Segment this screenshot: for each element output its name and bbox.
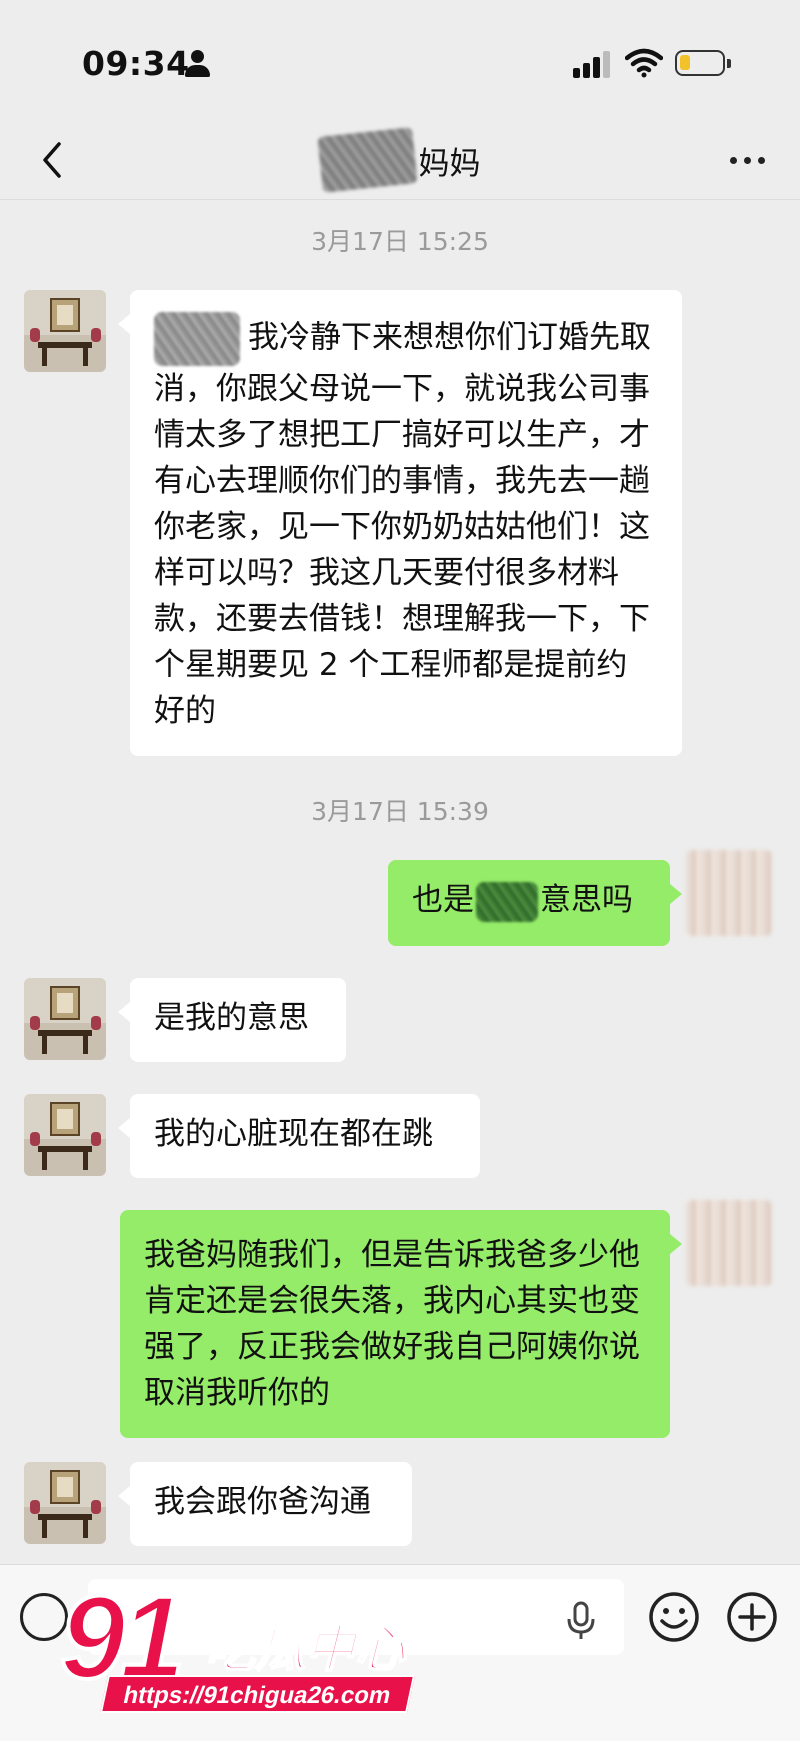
message-bubble-incoming[interactable]: 我的心脏现在都在跳 (118, 1094, 480, 1178)
message-bubble-incoming[interactable]: 我冷静下来想想你们订婚先取消，你跟父母说一下，就说我公司事情太多了想把工厂搞好可… (118, 290, 682, 756)
plus-icon[interactable] (726, 1591, 778, 1643)
self-avatar[interactable] (686, 850, 772, 936)
message-timestamp: 3月17日 15:25 (311, 227, 489, 256)
message-text: 我会跟你爸沟通 (154, 1484, 371, 1520)
dot-icon (743, 156, 751, 164)
redacted-text (154, 312, 240, 366)
redacted-text (476, 881, 538, 922)
signal-icon (573, 50, 613, 78)
message-text: 我冷静下来想想你们订婚先取消，你跟父母说一下，就说我公司事情太多了想把工厂搞好可… (154, 319, 651, 730)
dot-icon (729, 156, 737, 164)
message-text: 意思吗 (540, 882, 633, 918)
message-text: 我爸妈随我们，但是告诉我爸多少他肯定还是会很失落，我内心其实也变强了，反正我会做… (144, 1237, 640, 1411)
watermark-url: https://91chigua26.com (99, 1675, 415, 1713)
contact-avatar[interactable] (24, 978, 106, 1060)
battery-icon (675, 50, 731, 76)
status-time: 09:34 (82, 44, 190, 83)
message-bubble-incoming[interactable]: 是我的意思 (118, 978, 346, 1062)
dot-icon (757, 156, 765, 164)
watermark-name: 吃瓜中心 (204, 1620, 406, 1678)
nav-bar: 妈妈 (0, 120, 800, 200)
microphone-icon[interactable] (565, 1601, 597, 1641)
chat-title: 妈妈 (418, 145, 481, 182)
emoji-icon[interactable] (648, 1591, 700, 1643)
message-bubble-incoming[interactable]: 我会跟你爸沟通 (118, 1462, 412, 1546)
status-bar: 09:34 (0, 0, 800, 120)
message-bubble-outgoing[interactable]: 也是 意思吗 (388, 860, 682, 946)
watermark: 91 吃瓜中心 https://91chigua26.com (40, 1570, 460, 1725)
message-text: 我的心脏现在都在跳 (154, 1116, 433, 1152)
message-text: 也是 (412, 882, 474, 918)
contact-avatar[interactable] (24, 1462, 106, 1544)
message-text: 是我的意思 (154, 1000, 309, 1036)
chat-title-area: 妈妈 (280, 120, 520, 200)
redacted-name (316, 127, 418, 193)
contact-avatar[interactable] (24, 1094, 106, 1176)
contact-avatar[interactable] (24, 290, 106, 372)
wifi-icon (625, 48, 663, 78)
more-options-button[interactable] (712, 130, 782, 190)
back-button[interactable] (22, 130, 82, 190)
person-icon (185, 50, 211, 78)
message-bubble-outgoing[interactable]: 我爸妈随我们，但是告诉我爸多少他肯定还是会很失落，我内心其实也变强了，反正我会做… (120, 1210, 682, 1438)
self-avatar[interactable] (686, 1200, 772, 1286)
message-timestamp: 3月17日 15:39 (311, 797, 489, 826)
chevron-left-icon (43, 142, 61, 178)
